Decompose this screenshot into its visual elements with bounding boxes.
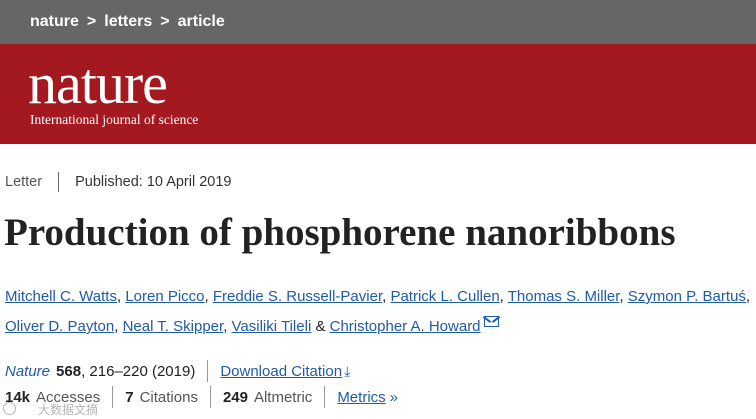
mail-icon[interactable] [483,316,499,327]
author-link[interactable]: Loren Picco [125,288,204,305]
author-link[interactable]: Patrick L. Cullen [390,288,499,305]
watermark-text: 大数据文摘 [38,403,99,417]
journal-pages: , 216–220 (2019) [81,362,196,380]
watermark-logo-icon [3,402,16,415]
author-link[interactable]: Freddie S. Russell-Pavier [213,288,382,305]
breadcrumb-letters[interactable]: letters [104,13,152,31]
breadcrumb-article[interactable]: article [178,13,225,31]
masthead: nature International journal of science [0,44,756,144]
breadcrumb-nature[interactable]: nature [30,13,79,31]
metrics-link[interactable]: Metrics [337,389,385,406]
download-arrow-icon[interactable]: ⤓ [344,363,350,380]
citations-label: Citations [139,388,198,406]
author-link[interactable]: Oliver D. Payton [5,318,114,335]
breadcrumb: nature > letters > article [0,0,756,44]
masthead-tagline: International journal of science [30,112,199,127]
citations-count: 7 [125,388,134,406]
breadcrumb-separator: > [86,13,97,30]
metrics-divider [324,386,326,408]
author-link[interactable]: Szymon P. Bartuś [628,288,746,305]
citation-divider [207,360,209,382]
article-title: Production of phosphorene nanoribbons [4,211,676,254]
article-type: Letter [5,174,43,190]
citation-line: Nature 568 , 216–220 (2019) Download Cit… [5,360,350,382]
altmetric-label: Altmetric [253,388,313,406]
author-link[interactable]: Mitchell C. Watts [5,288,117,305]
author-link[interactable]: Neal T. Skipper [123,318,224,335]
author-link[interactable]: Vasiliki Tileli [232,318,312,335]
watermark: 大数据文摘 [0,400,110,419]
nature-logo[interactable]: nature [28,52,168,116]
author-link[interactable]: Thomas S. Miller [508,288,620,305]
double-chevron-right-icon[interactable]: » [390,389,398,406]
author-link[interactable]: Christopher A. Howard [330,318,481,335]
download-citation-link[interactable]: Download Citation [220,363,342,380]
published-date: Published: 10 April 2019 [75,174,232,190]
breadcrumb-separator: > [160,13,170,30]
meta-divider [58,172,60,192]
journal-volume: 568 [56,362,82,380]
metrics-divider [209,386,211,408]
author-list: Mitchell C. Watts, Loren Picco, Freddie … [5,288,751,335]
metrics-divider [112,386,114,408]
article-meta: Letter Published: 10 April 2019 [5,172,232,192]
altmetric-count: 249 [222,388,248,406]
journal-name[interactable]: Nature [5,363,50,380]
